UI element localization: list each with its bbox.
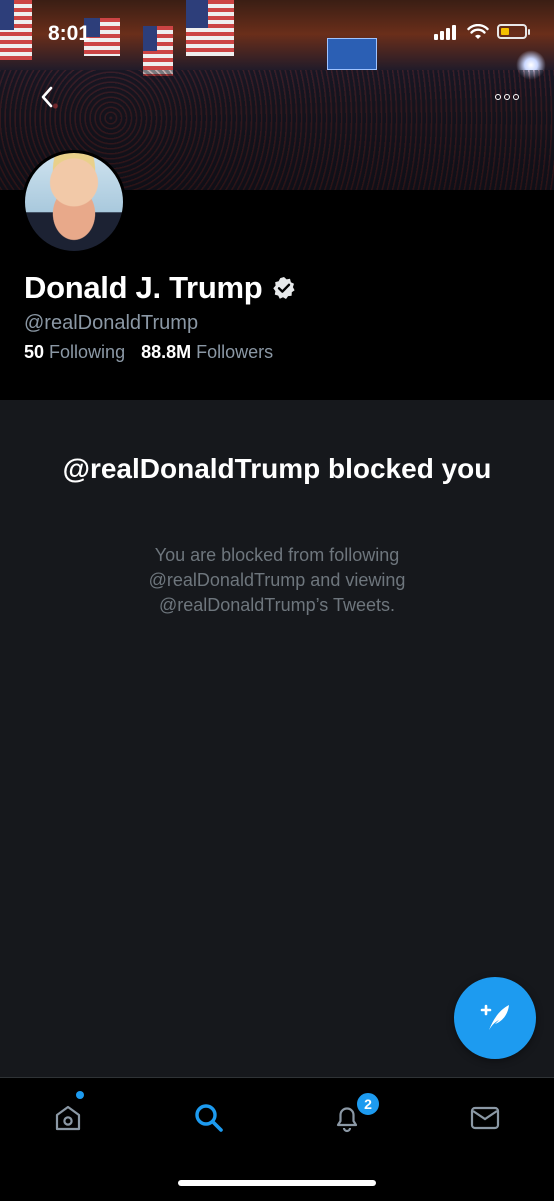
compose-tweet-button[interactable] <box>454 977 536 1059</box>
more-dot-icon <box>513 94 519 100</box>
home-icon <box>55 1105 81 1131</box>
following-stat[interactable]: 50 Following <box>24 342 125 363</box>
search-icon <box>195 1104 223 1132</box>
followers-label: Followers <box>196 342 274 362</box>
blocked-notice: @realDonaldTrump blocked you You are blo… <box>0 400 554 1077</box>
notification-badge: 2 <box>355 1091 381 1117</box>
profile-name-row: Donald J. Trump <box>24 270 296 306</box>
more-options-button[interactable] <box>486 80 528 114</box>
home-indicator <box>178 1180 376 1186</box>
new-content-dot <box>76 1091 84 1099</box>
compose-feather-icon <box>480 1004 509 1030</box>
avatar[interactable] <box>22 150 126 254</box>
blocked-description: You are blocked from following @realDona… <box>148 545 406 615</box>
status-time: 8:01 <box>48 22 91 45</box>
mail-icon <box>470 1106 500 1130</box>
battery-icon <box>497 24 530 39</box>
more-dot-icon <box>495 94 501 100</box>
cellular-signal-icon <box>434 25 456 40</box>
followers-count: 88.8M <box>141 342 192 362</box>
back-button[interactable] <box>30 80 64 114</box>
following-label: Following <box>49 342 126 362</box>
status-bar: 8:01 <box>0 0 554 70</box>
profile-name: Donald J. Trump <box>24 270 263 305</box>
wifi-icon <box>467 24 489 39</box>
tab-home[interactable] <box>48 1098 88 1138</box>
blocked-title: @realDonaldTrump blocked you <box>62 453 492 484</box>
more-dot-icon <box>504 94 510 100</box>
tab-search[interactable] <box>189 1098 229 1138</box>
verified-badge-icon <box>273 277 295 299</box>
followers-stat[interactable]: 88.8M Followers <box>141 342 273 363</box>
profile-handle: @realDonaldTrump <box>24 312 199 334</box>
following-count: 50 <box>24 342 45 362</box>
tab-messages[interactable] <box>465 1098 505 1138</box>
chevron-left-icon <box>41 86 53 108</box>
profile-stats: 50 Following 88.8M Followers <box>24 342 273 363</box>
